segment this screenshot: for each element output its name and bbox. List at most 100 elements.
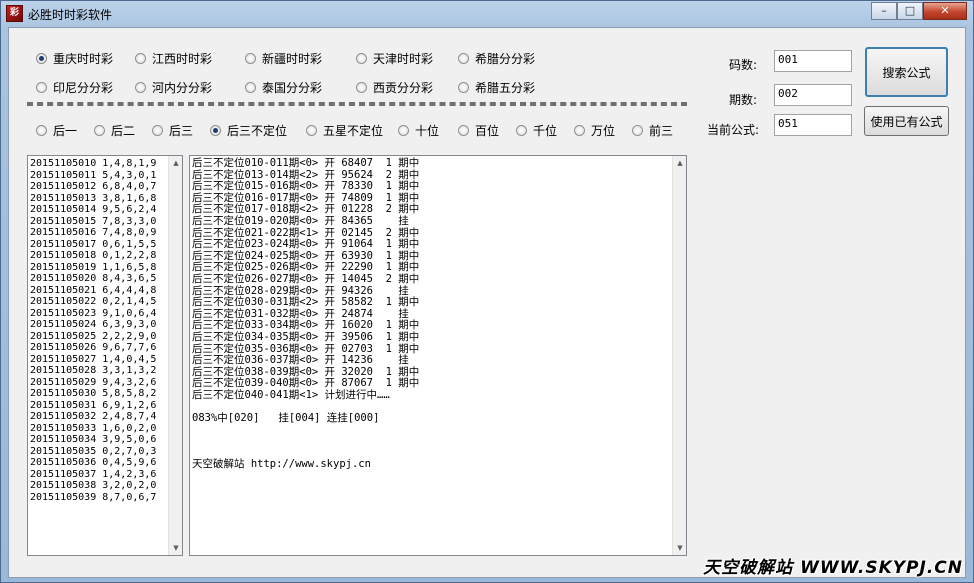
radio-dot-icon[interactable] [306,125,317,136]
use-existing-formula-button[interactable]: 使用已有公式 [864,106,949,136]
scroll-up-icon[interactable]: ▲ [673,156,686,170]
minimize-button[interactable]: – [871,2,897,20]
radio-dot-icon[interactable] [152,125,163,136]
result-log-row [192,436,419,448]
result-log-row [192,425,419,437]
draw-history-row: 20151105014 9,5,6,2,4 [30,204,157,215]
position-radio-2[interactable]: 后三 [152,122,193,139]
draw-history-row: 20151105036 0,4,5,9,6 [30,457,157,468]
position-radio-7[interactable]: 千位 [516,122,557,139]
current-formula-input[interactable]: 051 [774,114,852,136]
radio-dot-icon[interactable] [458,82,469,93]
position-radio-0[interactable]: 后一 [36,122,77,139]
scroll-up-icon[interactable]: ▲ [169,156,182,170]
maximize-button[interactable]: □ [897,2,923,20]
draw-history-row: 20151105035 0,2,7,0,3 [30,445,157,457]
result-log-row: 后三不定位019-020期<0> 开 84365 挂 [192,214,409,227]
separator-line [27,102,687,106]
lottery-radio-0[interactable]: 重庆时时彩 [36,50,113,67]
draw-history-scrollbar[interactable]: ▲ ▼ [168,156,182,555]
draw-history-row: 20151105025 2,2,2,9,0 [30,330,157,342]
draw-history-row: 20151105026 9,6,7,7,6 [30,342,157,353]
position-radio-label: 十位 [415,124,440,138]
draw-history-row: 20151105010 1,4,8,1,9 [30,158,157,169]
lottery-app-icon: 彩 [6,5,23,22]
lottery-radio-label: 希腊五分彩 [475,81,536,95]
scroll-down-icon[interactable]: ▼ [169,541,182,555]
radio-dot-icon[interactable] [210,125,221,136]
title-bar[interactable]: 彩 必胜时时彩软件 – □ ✕ [1,1,973,27]
search-formula-button[interactable]: 搜索公式 [865,47,948,97]
lottery-radio-3[interactable]: 天津时时彩 [356,50,433,67]
radio-dot-icon[interactable] [632,125,643,136]
draw-history-row: 20151105018 0,1,2,2,8 [30,250,157,261]
radio-dot-icon[interactable] [458,125,469,136]
position-radio-label: 后三不定位 [227,124,288,138]
position-radio-label: 后一 [53,124,78,138]
result-log-row: 083%中[020] 挂[004] 连挂[000] [192,411,380,424]
radio-dot-icon[interactable] [356,53,367,64]
lottery-radio-7[interactable]: 泰国分分彩 [245,79,322,96]
radio-dot-icon[interactable] [36,125,47,136]
draw-history-row: 20151105017 0,6,1,5,5 [30,238,157,250]
radio-dot-icon[interactable] [245,82,256,93]
draw-history-lines: 20151105010 1,4,8,1,9 20151105011 5,4,3,0… [30,158,156,503]
draw-history-row: 20151105023 9,1,0,6,4 [30,307,157,319]
radio-dot-icon[interactable] [135,53,146,64]
lottery-radio-4[interactable]: 希腊分分彩 [458,50,535,67]
draw-history-row: 20151105030 5,8,5,8,2 [30,388,157,399]
window-title: 必胜时时彩软件 [28,8,113,22]
draw-history-row: 20151105011 5,4,3,0,1 [30,169,157,181]
radio-dot-icon[interactable] [574,125,585,136]
result-log-box[interactable]: 后三不定位010-011期<0> 开 68407 1 期中 后三不定位013-01… [189,155,687,556]
position-radio-label: 后三 [169,124,194,138]
result-log-row: 后三不定位030-031期<2> 开 58582 1 期中 [192,296,420,309]
radio-dot-icon[interactable] [94,125,105,136]
position-radio-1[interactable]: 后二 [94,122,135,139]
draw-history-row: 20151105033 1,6,0,2,0 [30,422,157,434]
period-count-input[interactable]: 002 [774,84,852,106]
lottery-radio-5[interactable]: 印尼分分彩 [36,79,113,96]
radio-dot-icon[interactable] [516,125,527,136]
draw-history-row: 20151105021 6,4,4,4,8 [30,284,157,296]
radio-dot-icon[interactable] [245,53,256,64]
lottery-radio-6[interactable]: 河内分分彩 [135,79,212,96]
result-log-scrollbar[interactable]: ▲ ▼ [672,156,686,555]
period-count-label: 期数: [728,93,757,107]
position-radio-5[interactable]: 十位 [398,122,439,139]
close-button[interactable]: ✕ [923,2,967,20]
code-count-label: 码数: [728,58,757,72]
scroll-down-icon[interactable]: ▼ [673,541,686,555]
draw-history-list[interactable]: 20151105010 1,4,8,1,9 20151105011 5,4,3,0… [27,155,183,556]
main-window: 彩 必胜时时彩软件 – □ ✕ 重庆时时彩 江西时时彩 新疆时时彩 天津时时彩 希腊分分… [0,0,974,583]
position-radio-3[interactable]: 后三不定位 [210,122,287,139]
result-log-row: 后三不定位036-037期<0> 开 14236 挂 [192,354,409,367]
lottery-radio-1[interactable]: 江西时时彩 [135,50,212,67]
result-log-row: 后三不定位034-035期<0> 开 39506 1 期中 [192,330,420,343]
draw-history-row: 20151105020 8,4,3,6,5 [30,273,157,284]
result-log-lines: 后三不定位010-011期<0> 开 68407 1 期中 后三不定位013-01… [192,157,420,471]
result-log-row: 后三不定位026-027期<0> 开 14045 2 期中 [192,272,420,285]
position-radio-label: 后二 [111,124,136,138]
radio-dot-icon[interactable] [36,53,47,64]
position-radio-9[interactable]: 前三 [632,122,673,139]
radio-dot-icon[interactable] [356,82,367,93]
position-radio-8[interactable]: 万位 [574,122,615,139]
code-count-input[interactable]: 001 [774,50,852,72]
draw-history-row: 20151105015 7,8,3,3,0 [30,215,157,227]
draw-history-row: 20151105024 6,3,9,3,0 [30,319,157,330]
radio-dot-icon[interactable] [135,82,146,93]
position-radio-6[interactable]: 百位 [458,122,499,139]
result-log-row: 后三不定位010-011期<0> 开 68407 1 期中 [192,157,420,169]
radio-dot-icon[interactable] [398,125,409,136]
radio-dot-icon[interactable] [36,82,47,93]
position-radio-4[interactable]: 五星不定位 [306,122,383,139]
radio-dot-icon[interactable] [458,53,469,64]
lottery-radio-9[interactable]: 希腊五分彩 [458,79,535,96]
lottery-radio-label: 河内分分彩 [152,81,213,95]
result-log-row: 后三不定位023-024期<0> 开 91064 1 期中 [192,238,420,251]
draw-history-row: 20151105031 6,9,1,2,6 [30,399,157,411]
lottery-radio-2[interactable]: 新疆时时彩 [245,50,322,67]
lottery-radio-8[interactable]: 西贡分分彩 [356,79,433,96]
draw-history-row: 20151105034 3,9,5,0,6 [30,434,157,445]
